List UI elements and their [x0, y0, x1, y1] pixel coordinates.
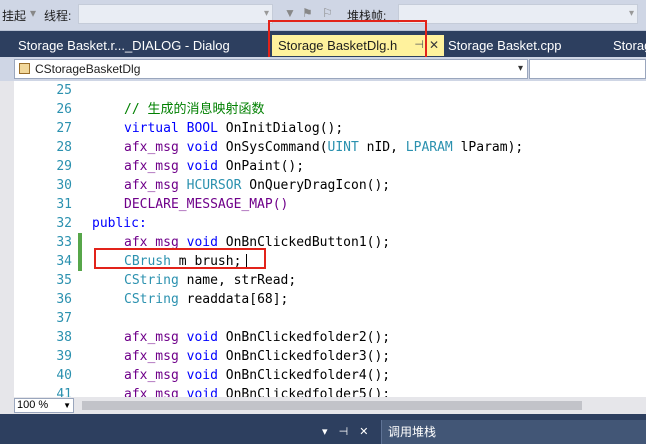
chevron-down-icon: ▾ — [628, 8, 634, 19]
tab-dialog-resource[interactable]: Storage Basket.r..._DIALOG - Dialog — [0, 35, 270, 56]
code-text: afx_msg HCURSOR OnQueryDragIcon(); — [124, 178, 391, 193]
code-line: 38 afx_msg void OnBnClickedfolder2(); — [14, 328, 646, 347]
class-combo[interactable]: CStorageBasketDlg ▾ — [14, 59, 528, 79]
code-line: 35 CString name, strRead; — [14, 271, 646, 290]
code-text: CString name, strRead; — [124, 273, 297, 288]
chevron-down-icon: ▾ — [517, 63, 523, 74]
code-text: afx_msg void OnBnClickedfolder2(); — [124, 330, 391, 345]
code-text: afx_msg void OnBnClickedfolder5(); — [124, 387, 391, 397]
line-number: 37 — [56, 311, 72, 326]
chevron-down-icon: ▾ — [263, 8, 269, 19]
member-combo[interactable] — [529, 59, 646, 79]
line-number: 26 — [56, 102, 72, 117]
pin-icon[interactable]: ⊣ — [414, 35, 424, 56]
call-stack-title: 调用堆栈 — [388, 425, 437, 439]
class-combo-value: CStorageBasketDlg — [35, 62, 141, 76]
thread-combo[interactable]: ▾ — [78, 4, 273, 24]
line-number: 29 — [56, 159, 72, 174]
code-line: 25 — [14, 81, 646, 100]
thread-label: 线程: — [44, 9, 72, 23]
flag-threads-icon[interactable]: ⚑ — [302, 6, 313, 20]
line-number: 39 — [56, 349, 72, 364]
change-marker — [78, 233, 82, 252]
line-number: 31 — [56, 197, 72, 212]
code-text: afx_msg void OnPaint(); — [124, 159, 305, 174]
stackframe-combo[interactable]: ▾ — [398, 4, 638, 24]
line-number: 25 — [56, 83, 72, 98]
code-line: 33 afx_msg void OnBnClickedButton1(); — [14, 233, 646, 252]
line-number: 30 — [56, 178, 72, 193]
code-keyword: public: — [92, 216, 147, 231]
pin-icon[interactable]: ⊣ — [339, 426, 349, 438]
code-text: afx_msg void OnSysCommand(UINT nID, LPAR… — [124, 140, 524, 155]
code-text: CString readdata[68]; — [124, 292, 289, 307]
chevron-down-icon[interactable]: ▾ — [30, 6, 36, 20]
filter-icon[interactable]: ▼ — [284, 6, 296, 20]
code-line: 37 — [14, 309, 646, 328]
close-icon[interactable]: ✕ — [359, 426, 368, 438]
editor-left-margin — [0, 81, 14, 397]
line-number: 27 — [56, 121, 72, 136]
code-text: afx_msg void OnBnClickedButton1(); — [124, 235, 391, 250]
stackframe-label: 堆栈帧: — [347, 9, 387, 23]
document-tab-bar: Storage Basket.r..._DIALOG - Dialog Stor… — [0, 31, 646, 56]
code-line: 27 virtual BOOL OnInitDialog(); — [14, 119, 646, 138]
close-icon[interactable]: ✕ — [429, 35, 439, 56]
code-text: afx_msg void OnBnClickedfolder4(); — [124, 368, 391, 383]
code-text: CBrush m_brush; — [124, 254, 242, 269]
show-flagged-icon[interactable]: ⚐ — [322, 6, 333, 20]
code-line: 39 afx_msg void OnBnClickedfolder3(); — [14, 347, 646, 366]
code-line: 32 public: — [14, 214, 646, 233]
code-line: 26 // 生成的消息映射函数 — [14, 100, 646, 119]
tab-label: Storage Basket.cpp — [448, 38, 562, 53]
tab-storage-basketdlg-h[interactable]: Storage BasketDlg.h ⊣ ✕ — [272, 35, 444, 56]
pane-controls: ▾ ⊣ ✕ — [322, 425, 368, 438]
horizontal-scroll-thumb[interactable] — [82, 401, 582, 410]
line-number: 32 — [56, 216, 72, 231]
call-stack-pane-header[interactable]: 调用堆栈 — [381, 420, 646, 444]
zoom-combo[interactable]: 100 % ▼ — [14, 398, 74, 413]
code-macro: DECLARE_MESSAGE_MAP() — [124, 197, 289, 212]
line-number: 36 — [56, 292, 72, 307]
line-number: 35 — [56, 273, 72, 288]
line-number: 41 — [56, 387, 72, 397]
code-line: 41 afx_msg void OnBnClickedfolder5(); — [14, 385, 646, 397]
tab-label: Storage Basket.r..._DIALOG - Dialog — [18, 38, 230, 53]
chevron-down-icon: ▼ — [63, 401, 71, 410]
code-line: 29 afx_msg void OnPaint(); — [14, 157, 646, 176]
tab-label: Storag — [613, 38, 646, 53]
line-number: 38 — [56, 330, 72, 345]
code-comment: // 生成的消息映射函数 — [124, 102, 265, 117]
line-number: 40 — [56, 368, 72, 383]
debug-location-toolbar: 挂起 ▾ 线程: ▾ ▼ ⚑ ⚐ 堆栈帧: ▾ — [0, 0, 646, 31]
code-line: 28 afx_msg void OnSysCommand(UINT nID, LP… — [14, 138, 646, 157]
code-editor[interactable]: 25 26 // 生成的消息映射函数 27 virtual BOOL OnInitD… — [14, 81, 646, 397]
bookmark-label: 挂起 — [2, 9, 27, 23]
tab-storage-basket-cpp[interactable]: Storage Basket.cpp — [448, 35, 618, 56]
code-line: 31 DECLARE_MESSAGE_MAP() — [14, 195, 646, 214]
code-line: 34 CBrush m_brush; — [14, 252, 646, 271]
code-line: 36 CString readdata[68]; — [14, 290, 646, 309]
change-marker — [78, 252, 82, 271]
tab-label: Storage BasketDlg.h — [278, 38, 398, 53]
line-number: 33 — [56, 235, 72, 250]
dropdown-icon[interactable]: ▾ — [322, 426, 328, 438]
code-text: virtual BOOL OnInitDialog(); — [124, 121, 344, 136]
code-line: 30 afx_msg HCURSOR OnQueryDragIcon(); — [14, 176, 646, 195]
line-number: 28 — [56, 140, 72, 155]
tab-overflow[interactable]: Storag — [613, 35, 646, 56]
code-text: afx_msg void OnBnClickedfolder3(); — [124, 349, 391, 364]
class-icon — [19, 63, 30, 74]
zoom-value: 100 % — [17, 399, 49, 411]
text-caret — [246, 254, 247, 269]
line-number: 34 — [56, 254, 72, 269]
code-line: 40 afx_msg void OnBnClickedfolder4(); — [14, 366, 646, 385]
